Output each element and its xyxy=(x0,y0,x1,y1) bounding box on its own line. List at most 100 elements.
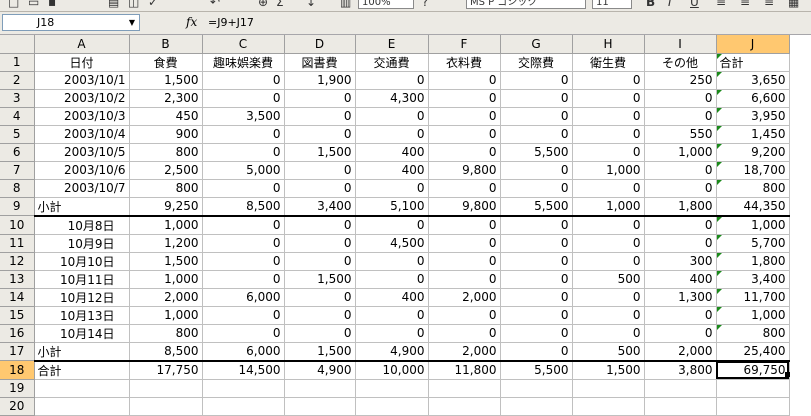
cell-i1[interactable]: その他 xyxy=(644,53,717,72)
cell-a6[interactable]: 2003/10/5 xyxy=(34,143,130,162)
cell-j16[interactable]: 800 xyxy=(716,324,790,343)
align-center-icon[interactable]: ≡ xyxy=(740,0,750,9)
cell-h11[interactable]: 0 xyxy=(572,234,645,253)
cell-d10[interactable]: 0 xyxy=(284,215,356,235)
column-header-i[interactable]: I xyxy=(644,35,717,54)
cell-f20[interactable] xyxy=(428,397,501,416)
cell-j4[interactable]: 3,950 xyxy=(716,107,790,126)
cell-e20[interactable] xyxy=(355,397,429,416)
cell-a20[interactable] xyxy=(34,397,130,416)
cell-e10[interactable]: 0 xyxy=(355,215,429,235)
cell-b18[interactable]: 17,750 xyxy=(129,360,203,380)
cell-a11[interactable]: 10月9日 xyxy=(34,234,130,253)
cell-a18[interactable]: 合計 xyxy=(34,360,130,380)
row-header[interactable]: 7 xyxy=(0,161,35,180)
cell-h10[interactable]: 0 xyxy=(572,215,645,235)
row-header[interactable]: 9 xyxy=(0,197,35,216)
formula-input[interactable]: =J9+J17 xyxy=(208,15,254,30)
print-preview-icon[interactable]: ◫ xyxy=(128,0,139,9)
cell-b10[interactable]: 1,000 xyxy=(129,215,203,235)
cell-g5[interactable]: 0 xyxy=(500,125,573,144)
cell-f4[interactable]: 0 xyxy=(428,107,501,126)
cell-i4[interactable]: 0 xyxy=(644,107,717,126)
chevron-down-icon[interactable]: ▼ xyxy=(129,15,135,30)
cell-i13[interactable]: 400 xyxy=(644,270,717,289)
row-header[interactable]: 16 xyxy=(0,324,35,343)
column-header-a[interactable]: A xyxy=(34,35,130,54)
cell-a10[interactable]: 10月8日 xyxy=(34,215,130,235)
cell-e8[interactable]: 0 xyxy=(355,179,429,198)
cell-f19[interactable] xyxy=(428,379,501,398)
cell-i11[interactable]: 0 xyxy=(644,234,717,253)
cell-b12[interactable]: 1,500 xyxy=(129,252,203,271)
cell-a13[interactable]: 10月11日 xyxy=(34,270,130,289)
cell-g16[interactable]: 0 xyxy=(500,324,573,343)
cell-e3[interactable]: 4,300 xyxy=(355,89,429,108)
cell-g18[interactable]: 5,500 xyxy=(500,360,573,380)
cell-d2[interactable]: 1,900 xyxy=(284,71,356,90)
cell-h16[interactable]: 0 xyxy=(572,324,645,343)
cell-a1[interactable]: 日付 xyxy=(34,53,130,72)
cell-f2[interactable]: 0 xyxy=(428,71,501,90)
cell-e16[interactable]: 0 xyxy=(355,324,429,343)
cell-h1[interactable]: 衛生費 xyxy=(572,53,645,72)
cell-f9[interactable]: 9,800 xyxy=(428,197,501,217)
cell-d18[interactable]: 4,900 xyxy=(284,360,356,380)
cell-b16[interactable]: 800 xyxy=(129,324,203,343)
cell-g15[interactable]: 0 xyxy=(500,306,573,325)
cell-g20[interactable] xyxy=(500,397,573,416)
row-header[interactable]: 5 xyxy=(0,125,35,144)
column-header-h[interactable]: H xyxy=(572,35,645,54)
cell-e2[interactable]: 0 xyxy=(355,71,429,90)
cell-d14[interactable]: 0 xyxy=(284,288,356,307)
row-header[interactable]: 17 xyxy=(0,342,35,361)
cell-c6[interactable]: 0 xyxy=(202,143,285,162)
cell-d15[interactable]: 0 xyxy=(284,306,356,325)
cell-e5[interactable]: 0 xyxy=(355,125,429,144)
cell-j12[interactable]: 1,800 xyxy=(716,252,790,271)
cell-e12[interactable]: 0 xyxy=(355,252,429,271)
cell-h3[interactable]: 0 xyxy=(572,89,645,108)
row-header[interactable]: 4 xyxy=(0,107,35,126)
cell-h19[interactable] xyxy=(572,379,645,398)
chart-wizard-icon[interactable]: ▥ xyxy=(340,0,351,9)
cell-h7[interactable]: 1,000 xyxy=(572,161,645,180)
cell-d5[interactable]: 0 xyxy=(284,125,356,144)
cell-e11[interactable]: 4,500 xyxy=(355,234,429,253)
cell-c19[interactable] xyxy=(202,379,285,398)
cell-g17[interactable]: 0 xyxy=(500,342,573,362)
cell-c5[interactable]: 0 xyxy=(202,125,285,144)
cell-h13[interactable]: 500 xyxy=(572,270,645,289)
cell-f12[interactable]: 0 xyxy=(428,252,501,271)
cell-e6[interactable]: 400 xyxy=(355,143,429,162)
cell-h8[interactable]: 0 xyxy=(572,179,645,198)
align-right-icon[interactable]: ≡ xyxy=(764,0,774,9)
cell-h18[interactable]: 1,500 xyxy=(572,360,645,380)
cell-d6[interactable]: 1,500 xyxy=(284,143,356,162)
cell-a17[interactable]: 小計 xyxy=(34,342,130,362)
cell-c17[interactable]: 6,000 xyxy=(202,342,285,362)
cell-a15[interactable]: 10月13日 xyxy=(34,306,130,325)
cell-d17[interactable]: 1,500 xyxy=(284,342,356,362)
cell-j13[interactable]: 3,400 xyxy=(716,270,790,289)
cell-f15[interactable]: 0 xyxy=(428,306,501,325)
cell-e4[interactable]: 0 xyxy=(355,107,429,126)
cell-d4[interactable]: 0 xyxy=(284,107,356,126)
cell-j18[interactable]: 69,750 xyxy=(716,360,790,380)
cell-i10[interactable]: 0 xyxy=(644,215,717,235)
cell-f5[interactable]: 0 xyxy=(428,125,501,144)
cell-f10[interactable]: 0 xyxy=(428,215,501,235)
cell-d9[interactable]: 3,400 xyxy=(284,197,356,217)
row-header[interactable]: 15 xyxy=(0,306,35,325)
cell-e15[interactable]: 0 xyxy=(355,306,429,325)
cell-g4[interactable]: 0 xyxy=(500,107,573,126)
cell-c18[interactable]: 14,500 xyxy=(202,360,285,380)
spellcheck-icon[interactable]: ✓ xyxy=(148,0,158,9)
cell-f13[interactable]: 0 xyxy=(428,270,501,289)
cell-b19[interactable] xyxy=(129,379,203,398)
cell-c3[interactable]: 0 xyxy=(202,89,285,108)
cell-h5[interactable]: 0 xyxy=(572,125,645,144)
cell-h4[interactable]: 0 xyxy=(572,107,645,126)
cell-g7[interactable]: 0 xyxy=(500,161,573,180)
cell-j2[interactable]: 3,650 xyxy=(716,71,790,90)
